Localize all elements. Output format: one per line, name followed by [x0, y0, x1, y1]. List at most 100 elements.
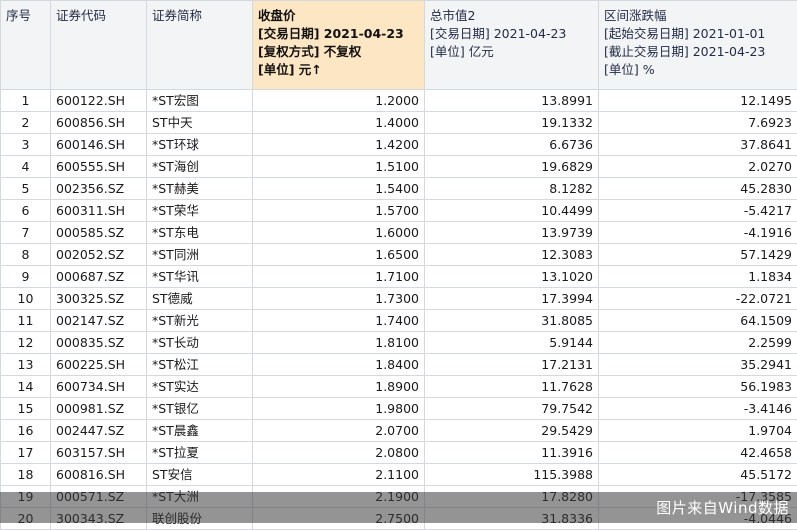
- table-row[interactable]: 17603157.SH*ST拉夏2.080011.391642.4658: [1, 442, 797, 464]
- cell-code[interactable]: 002052.SZ: [51, 244, 147, 266]
- cell-range-change[interactable]: 12.1495: [599, 90, 797, 112]
- cell-code[interactable]: 000835.SZ: [51, 332, 147, 354]
- cell-code[interactable]: 002356.SZ: [51, 178, 147, 200]
- cell-code[interactable]: 600146.SH: [51, 134, 147, 156]
- cell-market-cap[interactable]: 17.2131: [425, 354, 599, 376]
- cell-market-cap[interactable]: 17.8280: [425, 486, 599, 508]
- cell-range-change[interactable]: 57.1429: [599, 244, 797, 266]
- cell-name[interactable]: *ST海创: [147, 156, 253, 178]
- cell-name[interactable]: *ST环球: [147, 134, 253, 156]
- cell-close-price[interactable]: 1.4200: [253, 134, 425, 156]
- cell-market-cap[interactable]: 17.3994: [425, 288, 599, 310]
- cell-code[interactable]: 000571.SZ: [51, 486, 147, 508]
- cell-name[interactable]: *ST同洲: [147, 244, 253, 266]
- table-row[interactable]: 6600311.SH*ST荣华1.570010.4499-5.4217: [1, 200, 797, 222]
- cell-index[interactable]: 4: [1, 156, 51, 178]
- cell-code[interactable]: 000981.SZ: [51, 398, 147, 420]
- column-header-code[interactable]: 证券代码: [51, 1, 147, 90]
- cell-market-cap[interactable]: 10.4499: [425, 200, 599, 222]
- cell-index[interactable]: 1: [1, 90, 51, 112]
- cell-close-price[interactable]: 1.9800: [253, 398, 425, 420]
- cell-range-change[interactable]: 42.4658: [599, 442, 797, 464]
- cell-index[interactable]: 10: [1, 288, 51, 310]
- cell-close-price[interactable]: 1.2000: [253, 90, 425, 112]
- cell-market-cap[interactable]: 6.6736: [425, 134, 599, 156]
- cell-range-change[interactable]: -22.0721: [599, 288, 797, 310]
- cell-close-price[interactable]: 2.7500: [253, 508, 425, 530]
- cell-index[interactable]: 8: [1, 244, 51, 266]
- cell-code[interactable]: 300325.SZ: [51, 288, 147, 310]
- cell-name[interactable]: *ST松江: [147, 354, 253, 376]
- cell-range-change[interactable]: 64.1509: [599, 310, 797, 332]
- cell-market-cap[interactable]: 31.8336: [425, 508, 599, 530]
- cell-index[interactable]: 6: [1, 200, 51, 222]
- cell-range-change[interactable]: 7.6923: [599, 112, 797, 134]
- cell-market-cap[interactable]: 79.7542: [425, 398, 599, 420]
- cell-name[interactable]: ST德威: [147, 288, 253, 310]
- cell-name[interactable]: *ST拉夏: [147, 442, 253, 464]
- cell-range-change[interactable]: -5.4217: [599, 200, 797, 222]
- cell-index[interactable]: 19: [1, 486, 51, 508]
- cell-market-cap[interactable]: 13.8991: [425, 90, 599, 112]
- table-row[interactable]: 12000835.SZ*ST长动1.81005.91442.2599: [1, 332, 797, 354]
- cell-close-price[interactable]: 2.0700: [253, 420, 425, 442]
- cell-index[interactable]: 14: [1, 376, 51, 398]
- cell-market-cap[interactable]: 19.6829: [425, 156, 599, 178]
- cell-close-price[interactable]: 2.0800: [253, 442, 425, 464]
- cell-market-cap[interactable]: 11.3916: [425, 442, 599, 464]
- cell-range-change[interactable]: 37.8641: [599, 134, 797, 156]
- cell-name[interactable]: *ST长动: [147, 332, 253, 354]
- cell-range-change[interactable]: 2.2599: [599, 332, 797, 354]
- column-header-range-change[interactable]: 区间涨跌幅[起始交易日期] 2021-01-01[截止交易日期] 2021-04…: [599, 1, 797, 90]
- cell-name[interactable]: *ST赫美: [147, 178, 253, 200]
- cell-code[interactable]: 000585.SZ: [51, 222, 147, 244]
- cell-range-change[interactable]: 45.2830: [599, 178, 797, 200]
- cell-code[interactable]: 600816.SH: [51, 464, 147, 486]
- cell-index[interactable]: 3: [1, 134, 51, 156]
- cell-name[interactable]: ST安信: [147, 464, 253, 486]
- table-row[interactable]: 5002356.SZ*ST赫美1.54008.128245.2830: [1, 178, 797, 200]
- cell-code[interactable]: 600122.SH: [51, 90, 147, 112]
- cell-market-cap[interactable]: 5.9144: [425, 332, 599, 354]
- cell-index[interactable]: 16: [1, 420, 51, 442]
- cell-code[interactable]: 603157.SH: [51, 442, 147, 464]
- cell-name[interactable]: *ST新光: [147, 310, 253, 332]
- cell-range-change[interactable]: 2.0270: [599, 156, 797, 178]
- cell-close-price[interactable]: 1.7100: [253, 266, 425, 288]
- cell-code[interactable]: 600311.SH: [51, 200, 147, 222]
- cell-name[interactable]: *ST东电: [147, 222, 253, 244]
- cell-close-price[interactable]: 1.8400: [253, 354, 425, 376]
- cell-range-change[interactable]: 1.1834: [599, 266, 797, 288]
- table-row[interactable]: 14600734.SH*ST实达1.890011.762856.1983: [1, 376, 797, 398]
- table-row[interactable]: 4600555.SH*ST海创1.510019.68292.0270: [1, 156, 797, 178]
- cell-index[interactable]: 11: [1, 310, 51, 332]
- column-header-index[interactable]: 序号: [1, 1, 51, 90]
- cell-index[interactable]: 13: [1, 354, 51, 376]
- cell-index[interactable]: 17: [1, 442, 51, 464]
- cell-market-cap[interactable]: 29.5429: [425, 420, 599, 442]
- cell-close-price[interactable]: 1.8900: [253, 376, 425, 398]
- table-row[interactable]: 16002447.SZ*ST晨鑫2.070029.54291.9704: [1, 420, 797, 442]
- table-row[interactable]: 2600856.SHST中天1.400019.13327.6923: [1, 112, 797, 134]
- cell-close-price[interactable]: 1.8100: [253, 332, 425, 354]
- table-row[interactable]: 1600122.SH*ST宏图1.200013.899112.1495: [1, 90, 797, 112]
- cell-name[interactable]: *ST晨鑫: [147, 420, 253, 442]
- cell-close-price[interactable]: 2.1900: [253, 486, 425, 508]
- table-row[interactable]: 13600225.SH*ST松江1.840017.213135.2941: [1, 354, 797, 376]
- cell-code[interactable]: 002147.SZ: [51, 310, 147, 332]
- cell-index[interactable]: 2: [1, 112, 51, 134]
- cell-name[interactable]: *ST实达: [147, 376, 253, 398]
- table-row[interactable]: 10300325.SZST德威1.730017.3994-22.0721: [1, 288, 797, 310]
- cell-range-change[interactable]: 35.2941: [599, 354, 797, 376]
- cell-close-price[interactable]: 1.7300: [253, 288, 425, 310]
- table-row[interactable]: 15000981.SZ*ST银亿1.980079.7542-3.4146: [1, 398, 797, 420]
- cell-index[interactable]: 20: [1, 508, 51, 530]
- cell-range-change[interactable]: 1.9704: [599, 420, 797, 442]
- column-header-market-cap[interactable]: 总市值2[交易日期] 2021-04-23[单位] 亿元: [425, 1, 599, 90]
- table-row[interactable]: 3600146.SH*ST环球1.42006.673637.8641: [1, 134, 797, 156]
- cell-market-cap[interactable]: 31.8085: [425, 310, 599, 332]
- cell-code[interactable]: 300343.SZ: [51, 508, 147, 530]
- cell-range-change[interactable]: -4.1916: [599, 222, 797, 244]
- cell-close-price[interactable]: 2.1100: [253, 464, 425, 486]
- column-header-name[interactable]: 证券简称: [147, 1, 253, 90]
